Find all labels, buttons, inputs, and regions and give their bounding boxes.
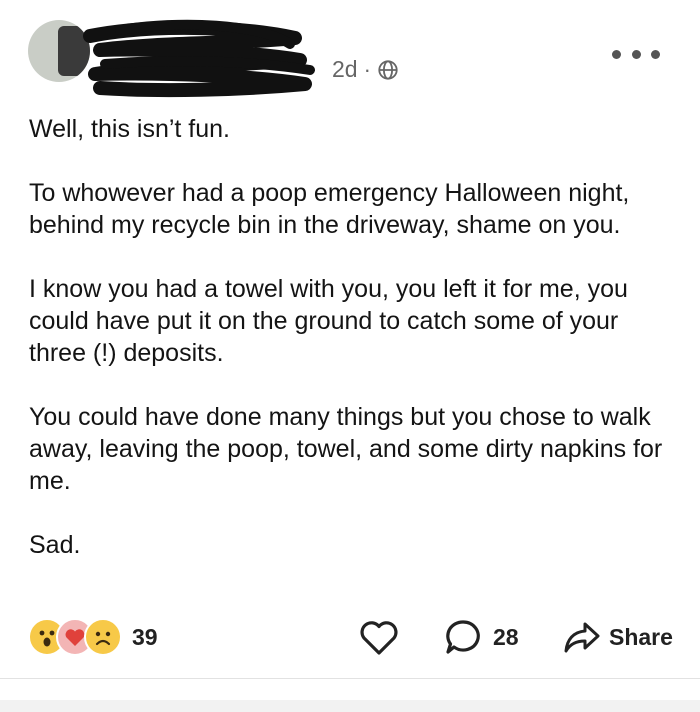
share-arrow-icon bbox=[564, 622, 600, 653]
post-body: Well, this isn’t fun. To whowever had a … bbox=[29, 113, 679, 593]
feed-separator bbox=[0, 700, 700, 712]
redacted-author-name bbox=[83, 19, 315, 98]
post-paragraph: I know you had a towel with you, you lef… bbox=[29, 275, 628, 367]
reaction-summary[interactable]: 39 bbox=[28, 617, 158, 657]
reaction-count: 39 bbox=[132, 623, 158, 650]
post-paragraph: Well, this isn’t fun. bbox=[29, 115, 231, 143]
divider bbox=[0, 678, 700, 679]
comment-count: 28 bbox=[493, 623, 519, 650]
share-button[interactable]: Share bbox=[563, 617, 673, 657]
meta-separator: · bbox=[363, 56, 371, 82]
globe-icon bbox=[378, 59, 398, 80]
post-card: 2d · Well, this isn’t fun. To whowever h… bbox=[0, 0, 700, 712]
heart-outline-icon bbox=[360, 621, 398, 655]
speech-bubble-icon bbox=[446, 620, 480, 654]
sad-emoji-icon bbox=[84, 618, 122, 656]
share-label: Share bbox=[609, 623, 673, 650]
post-paragraph: To whowever had a poop emergency Hallowe… bbox=[29, 179, 630, 239]
post-paragraph: Sad. bbox=[29, 531, 81, 559]
post-paragraph: You could have done many things but you … bbox=[29, 403, 663, 495]
more-options-icon[interactable] bbox=[612, 44, 660, 64]
timestamp[interactable]: 2d bbox=[332, 56, 358, 83]
like-button[interactable] bbox=[358, 617, 400, 657]
post-meta: 2d · bbox=[332, 56, 399, 83]
comment-button[interactable]: 28 bbox=[443, 617, 519, 657]
